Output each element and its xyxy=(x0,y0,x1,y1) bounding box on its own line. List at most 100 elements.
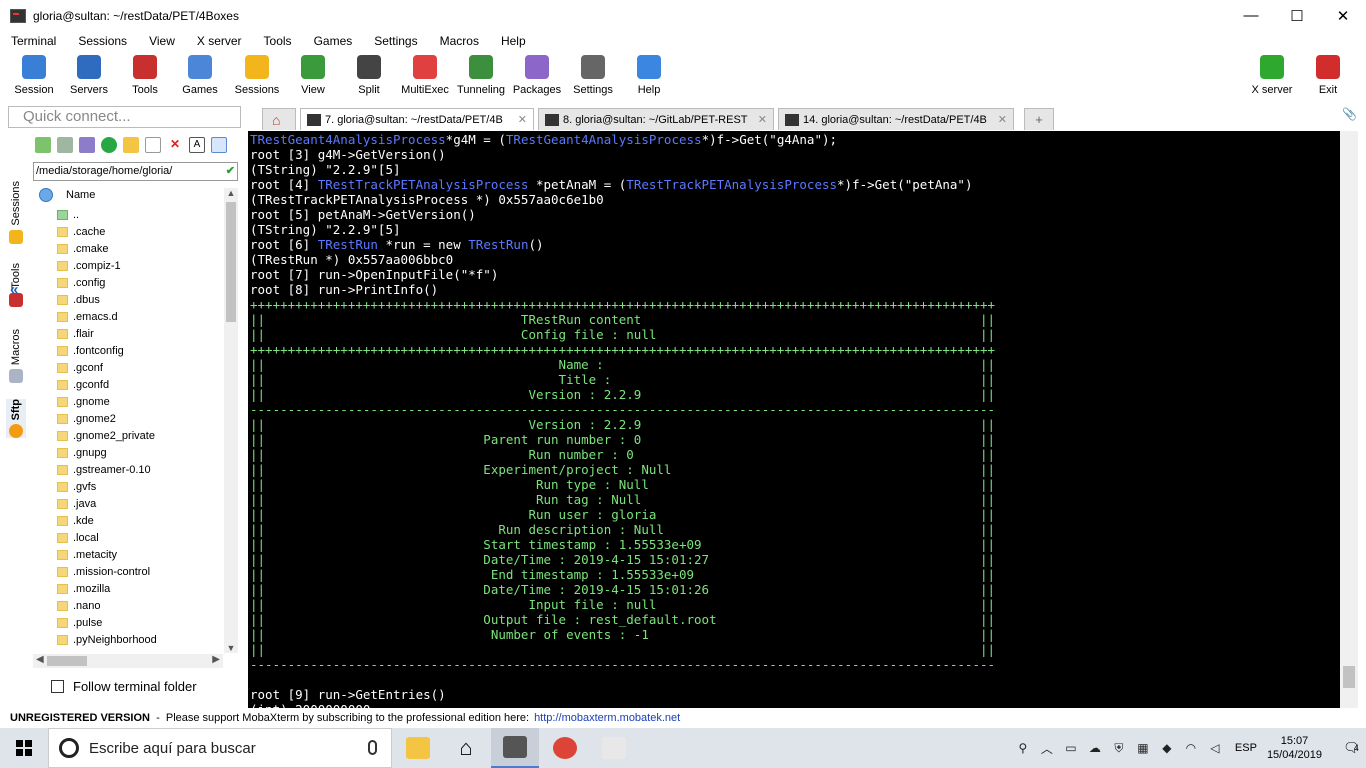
file-list-item[interactable]: .gnupg xyxy=(33,445,223,462)
maximize-button[interactable]: ☐ xyxy=(1274,0,1320,31)
scroll-thumb[interactable] xyxy=(226,202,236,322)
terminal-scrollbar[interactable]: 📎 xyxy=(1340,107,1358,708)
toolbar-help-button[interactable]: Help xyxy=(621,53,677,99)
refresh-icon[interactable] xyxy=(101,137,117,153)
file-list-item[interactable]: .dbus xyxy=(33,292,223,309)
view-toggle-icon[interactable] xyxy=(211,137,227,153)
taskbar-app-chrome[interactable] xyxy=(541,728,589,768)
toolbar-settings-button[interactable]: Settings xyxy=(565,53,621,99)
file-list-item[interactable]: .gconfd xyxy=(33,377,223,394)
minimize-button[interactable]: — xyxy=(1228,0,1274,31)
taskbar-app-home[interactable]: ⌂ xyxy=(442,728,490,768)
file-list-item[interactable]: .kde xyxy=(33,513,223,530)
toolbar-view-button[interactable]: View xyxy=(285,53,341,99)
taskbar-app-notepad[interactable] xyxy=(590,728,638,768)
toolbar-tools-button[interactable]: Tools xyxy=(117,53,173,99)
file-list-item[interactable]: .gstreamer-0.10 xyxy=(33,462,223,479)
dropbox-icon[interactable]: ◆ xyxy=(1160,741,1174,755)
menu-x-server[interactable]: X server xyxy=(186,34,253,48)
menu-help[interactable]: Help xyxy=(490,34,537,48)
file-list-item[interactable]: .pulse xyxy=(33,615,223,632)
hscroll-thumb[interactable] xyxy=(47,656,87,666)
tab-session-8[interactable]: 8. gloria@sultan: ~/GitLab/PET-REST ✕ xyxy=(538,108,774,130)
file-list-item[interactable]: .gvfs xyxy=(33,479,223,496)
notification-center-button[interactable]: 🗨 4 xyxy=(1336,728,1366,768)
toolbar-multiexec-button[interactable]: MultiExec xyxy=(397,53,453,99)
file-list-item[interactable]: .config xyxy=(33,275,223,292)
toolbar-sessions-button[interactable]: Sessions xyxy=(229,53,285,99)
toolbar-tunneling-button[interactable]: Tunneling xyxy=(453,53,509,99)
device-icon[interactable]: ▭ xyxy=(1064,741,1078,755)
taskbar-app-mobaxterm[interactable] xyxy=(491,728,539,768)
menu-games[interactable]: Games xyxy=(303,34,364,48)
microphone-icon[interactable] xyxy=(368,740,377,755)
taskbar-search[interactable]: Escribe aquí para buscar xyxy=(48,728,392,768)
file-list-item[interactable]: .gnome2_private xyxy=(33,428,223,445)
file-list-item[interactable]: .cache xyxy=(33,224,223,241)
toolbar-exit-button[interactable]: Exit xyxy=(1300,53,1356,99)
file-list-item[interactable]: .gnome xyxy=(33,394,223,411)
menu-settings[interactable]: Settings xyxy=(363,34,428,48)
side-tab-tools[interactable]: Tools xyxy=(6,263,26,307)
file-list-item[interactable]: .mozilla xyxy=(33,581,223,598)
show-hidden-icons[interactable]: ︿ xyxy=(1040,741,1054,756)
upload-icon[interactable] xyxy=(79,137,95,153)
close-button[interactable]: ✕ xyxy=(1320,0,1366,31)
language-indicator[interactable]: ESP xyxy=(1235,742,1257,754)
scroll-up-icon[interactable]: ▲ xyxy=(224,188,238,198)
menu-tools[interactable]: Tools xyxy=(253,34,303,48)
file-list-item[interactable]: .pyNeighborhood xyxy=(33,632,223,649)
security-icon[interactable]: ⛨ xyxy=(1112,741,1126,755)
sftp-path-field[interactable]: /media/storage/home/gloria/ ✔ xyxy=(33,162,238,181)
new-tab-button[interactable]: + xyxy=(1024,108,1054,130)
toolbar-packages-button[interactable]: Packages xyxy=(509,53,565,99)
file-list-item[interactable]: .mission-control xyxy=(33,564,223,581)
scroll-down-icon[interactable]: ▼ xyxy=(224,643,238,653)
name-column-header[interactable]: Name xyxy=(66,189,95,201)
delete-icon[interactable]: ✕ xyxy=(167,137,183,153)
terminal-output[interactable]: TRestGeant4AnalysisProcess*g4M = (TRestG… xyxy=(248,131,1340,708)
clock[interactable]: 15:07 15/04/2019 xyxy=(1267,734,1322,762)
menu-terminal[interactable]: Terminal xyxy=(0,34,67,48)
new-folder-icon[interactable] xyxy=(123,137,139,153)
file-list-item[interactable]: .local xyxy=(33,530,223,547)
download-icon[interactable] xyxy=(57,137,73,153)
close-icon[interactable]: ✕ xyxy=(518,113,527,126)
file-list-item[interactable]: .metacity xyxy=(33,547,223,564)
file-list-item[interactable]: .emacs.d xyxy=(33,309,223,326)
tab-session-14[interactable]: 14. gloria@sultan: ~/restData/PET/4B ✕ xyxy=(778,108,1014,130)
scroll-right-icon[interactable]: ▶ xyxy=(212,654,220,665)
file-list-item[interactable]: .gconf xyxy=(33,360,223,377)
wifi-icon[interactable]: ◠ xyxy=(1184,741,1198,755)
toolbar-x-server-button[interactable]: X server xyxy=(1244,53,1300,99)
file-list-item[interactable]: .java xyxy=(33,496,223,513)
toolbar-games-button[interactable]: Games xyxy=(172,53,228,99)
checkmark-icon[interactable]: ✔ xyxy=(226,163,235,180)
onedrive-icon[interactable]: ☁ xyxy=(1088,741,1102,755)
follow-terminal-folder[interactable]: Follow terminal folder xyxy=(51,679,197,694)
tab-session-7[interactable]: 7. gloria@sultan: ~/restData/PET/4B ✕ xyxy=(300,108,534,130)
side-tab-sftp[interactable]: Sftp xyxy=(6,399,26,439)
quick-connect-input[interactable]: Quick connect... xyxy=(8,106,241,128)
file-list-item[interactable]: .nano xyxy=(33,598,223,615)
parent-folder-icon[interactable] xyxy=(35,137,51,153)
start-button[interactable] xyxy=(0,728,48,768)
file-list-item[interactable]: .gnome2 xyxy=(33,411,223,428)
menu-macros[interactable]: Macros xyxy=(429,34,490,48)
toolbar-session-button[interactable]: Session xyxy=(6,53,62,99)
file-list-item[interactable]: .fontconfig xyxy=(33,343,223,360)
people-icon[interactable]: ⚲ xyxy=(1016,741,1030,755)
toolbar-servers-button[interactable]: Servers xyxy=(61,53,117,99)
file-list-item[interactable]: .compiz-1 xyxy=(33,258,223,275)
mobaxterm-link[interactable]: http://mobaxterm.mobatek.net xyxy=(534,712,680,724)
scroll-left-icon[interactable]: ◀ xyxy=(36,654,44,665)
menu-view[interactable]: View xyxy=(138,34,186,48)
menu-sessions[interactable]: Sessions xyxy=(67,34,138,48)
close-icon[interactable]: ✕ xyxy=(998,113,1007,126)
file-list-item[interactable]: .. xyxy=(33,207,223,224)
side-tab-sessions[interactable]: Sessions xyxy=(6,181,26,244)
side-tab-macros[interactable]: Macros xyxy=(6,329,26,384)
new-file-icon[interactable] xyxy=(145,137,161,153)
scroll-thumb[interactable] xyxy=(1343,666,1355,688)
pin-icon[interactable]: 📎 xyxy=(1342,107,1357,121)
